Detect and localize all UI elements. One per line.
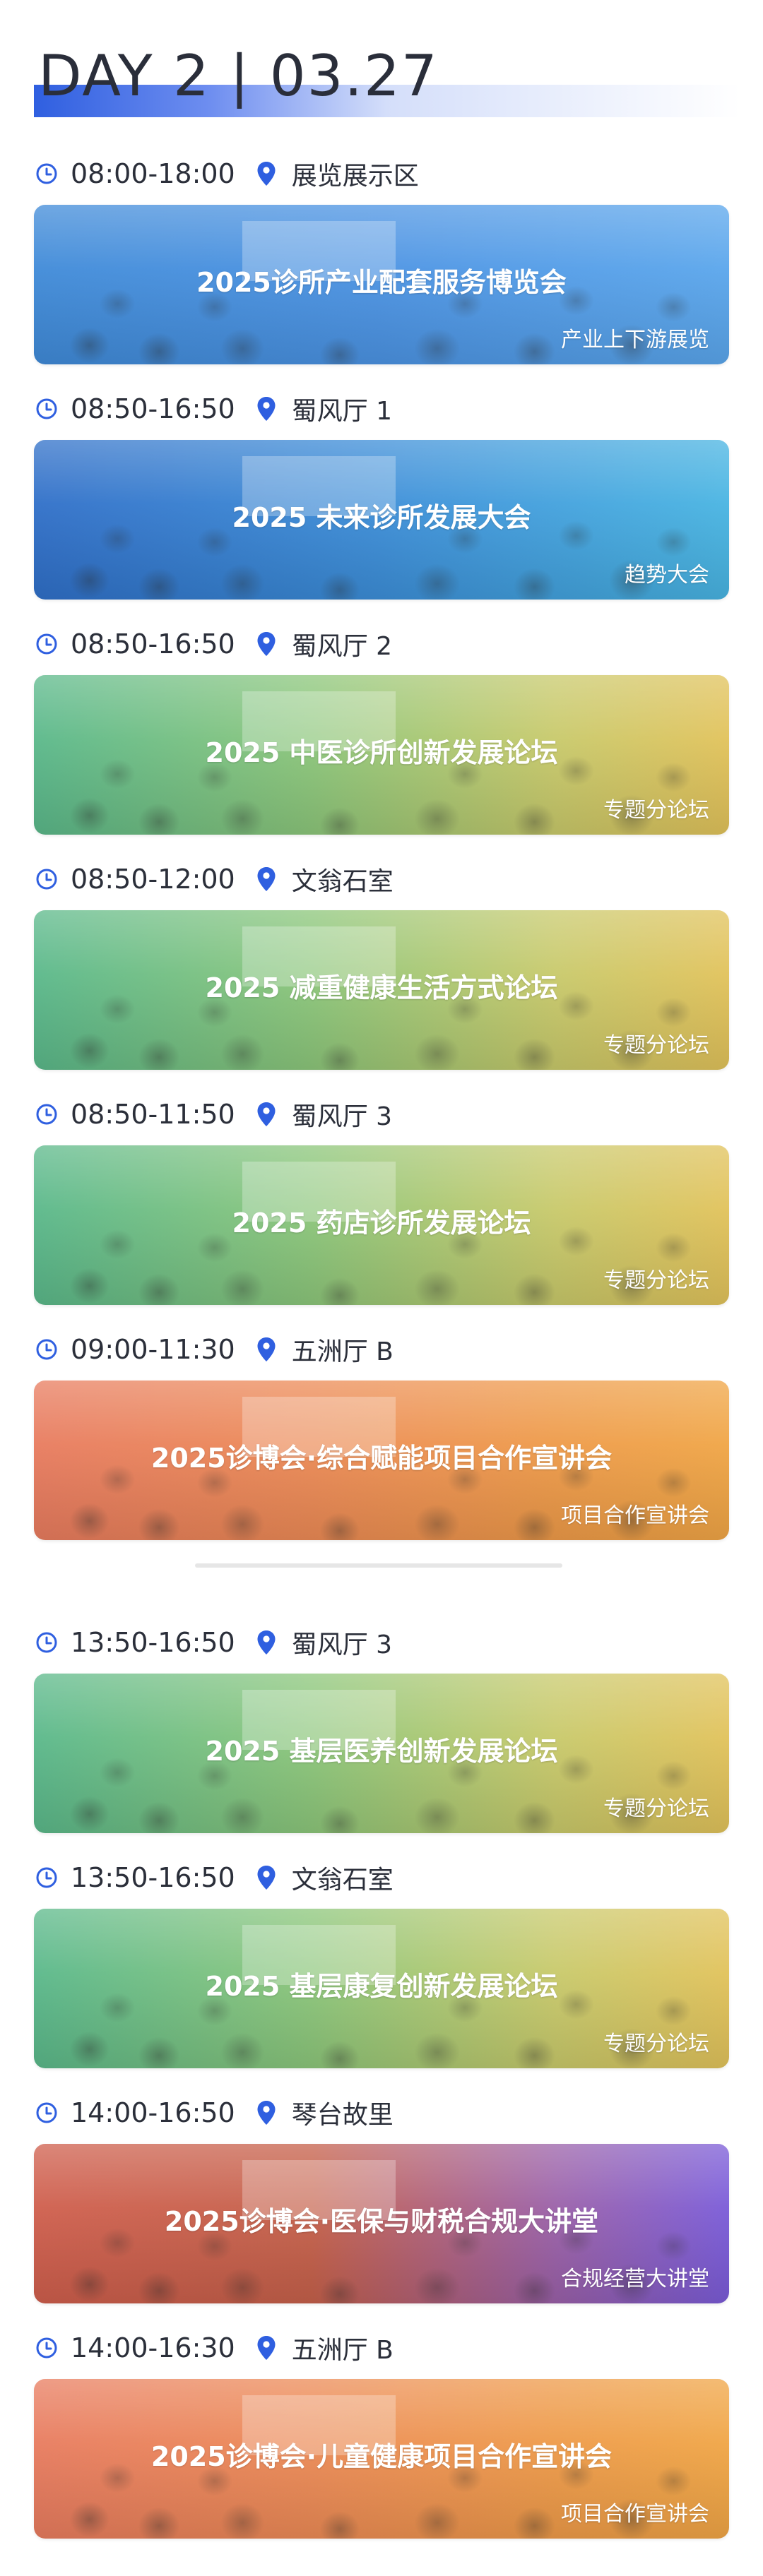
session-item[interactable]: 08:50-12:00 文翁石室 2025 减重健康生活方式论坛 专题分论坛 — [34, 858, 729, 1070]
session-card[interactable]: 2025诊所产业配套服务博览会 产业上下游展览 — [34, 205, 729, 364]
clock-icon — [36, 2102, 57, 2123]
session-tag: 项目合作宣讲会 — [561, 2502, 709, 2527]
session-location: 五洲厅 B — [291, 2336, 394, 2365]
session-tag: 合规经营大讲堂 — [561, 2267, 709, 2291]
session-meta: 08:50-16:50 蜀风厅 1 — [34, 388, 729, 430]
clock-icon — [36, 869, 57, 890]
location-pin-icon — [257, 1102, 276, 1126]
session-title: 2025诊博会·儿童健康项目合作宣讲会 — [150, 2441, 613, 2472]
session-item[interactable]: 09:00-11:30 五洲厅 B 2025诊博会·综合赋能项目合作宣讲会 项目… — [34, 1328, 729, 1540]
location-pin-icon — [257, 397, 276, 421]
day-title: DAY 2 | 03.27 — [38, 43, 439, 109]
session-time: 08:50-16:50 — [71, 393, 235, 424]
session-meta: 08:50-12:00 文翁石室 — [34, 858, 729, 900]
session-time: 13:50-16:50 — [71, 1627, 235, 1658]
clock-icon — [36, 633, 57, 655]
session-meta: 13:50-16:50 文翁石室 — [34, 1856, 729, 1899]
session-location: 琴台故里 — [291, 2101, 394, 2130]
session-tag: 专题分论坛 — [603, 798, 709, 823]
session-tag: 项目合作宣讲会 — [561, 1503, 709, 1528]
session-item[interactable]: 13:50-16:50 文翁石室 2025 基层康复创新发展论坛 专题分论坛 — [34, 1856, 729, 2068]
session-time: 09:00-11:30 — [71, 1334, 235, 1365]
session-time: 08:50-11:50 — [71, 1099, 235, 1130]
session-title: 2025诊博会·综合赋能项目合作宣讲会 — [150, 1443, 613, 1474]
section-divider — [195, 1563, 562, 1568]
session-location: 蜀风厅 3 — [291, 1102, 393, 1131]
day-header: DAY 2 | 03.27 — [34, 34, 740, 119]
session-location: 蜀风厅 3 — [291, 1630, 393, 1659]
session-item[interactable]: 13:50-16:50 蜀风厅 3 2025 基层医养创新发展论坛 专题分论坛 — [34, 1621, 729, 1833]
session-title: 2025 中医诊所创新发展论坛 — [205, 737, 558, 768]
session-tag: 专题分论坛 — [603, 1796, 709, 1821]
session-tag: 产业上下游展览 — [561, 328, 709, 352]
session-tag: 专题分论坛 — [603, 2032, 709, 2056]
clock-icon — [36, 163, 57, 184]
clock-icon — [36, 2337, 57, 2359]
session-location: 文翁石室 — [291, 867, 394, 896]
session-title: 2025 减重健康生活方式论坛 — [205, 972, 558, 1003]
clock-icon — [36, 1867, 57, 1888]
session-tag: 专题分论坛 — [603, 1268, 709, 1293]
session-location: 文翁石室 — [291, 1866, 394, 1895]
session-meta: 09:00-11:30 五洲厅 B — [34, 1328, 729, 1371]
clock-icon — [36, 1104, 57, 1125]
session-meta: 14:00-16:30 五洲厅 B — [34, 2327, 729, 2369]
session-title: 2025诊博会·医保与财税合规大讲堂 — [164, 2206, 599, 2237]
session-card[interactable]: 2025 基层康复创新发展论坛 专题分论坛 — [34, 1909, 729, 2068]
session-card[interactable]: 2025 中医诊所创新发展论坛 专题分论坛 — [34, 675, 729, 835]
session-title: 2025 基层康复创新发展论坛 — [205, 1971, 558, 2002]
session-time: 08:00-18:00 — [71, 158, 235, 189]
session-card[interactable]: 2025诊博会·医保与财税合规大讲堂 合规经营大讲堂 — [34, 2144, 729, 2303]
session-location: 蜀风厅 1 — [291, 397, 393, 426]
location-pin-icon — [257, 162, 276, 186]
location-pin-icon — [257, 867, 276, 891]
session-card[interactable]: 2025 未来诊所发展大会 趋势大会 — [34, 440, 729, 600]
session-meta: 08:00-18:00 展览展示区 — [34, 153, 729, 195]
session-time: 14:00-16:30 — [71, 2332, 235, 2363]
session-card[interactable]: 2025 药店诊所发展论坛 专题分论坛 — [34, 1145, 729, 1305]
session-card[interactable]: 2025诊博会·儿童健康项目合作宣讲会 项目合作宣讲会 — [34, 2379, 729, 2539]
session-item[interactable]: 08:50-16:50 蜀风厅 1 2025 未来诊所发展大会 趋势大会 — [34, 388, 729, 600]
clock-icon — [36, 1339, 57, 1360]
location-pin-icon — [257, 1337, 276, 1361]
location-pin-icon — [257, 1866, 276, 1890]
session-tag: 专题分论坛 — [603, 1033, 709, 1058]
session-meta: 08:50-16:50 蜀风厅 2 — [34, 623, 729, 665]
session-location: 蜀风厅 2 — [291, 632, 393, 661]
session-item[interactable]: 14:00-16:50 琴台故里 2025诊博会·医保与财税合规大讲堂 合规经营… — [34, 2092, 729, 2303]
location-pin-icon — [257, 2336, 276, 2360]
session-card[interactable]: 2025 减重健康生活方式论坛 专题分论坛 — [34, 910, 729, 1070]
session-item[interactable]: 08:50-16:50 蜀风厅 2 2025 中医诊所创新发展论坛 专题分论坛 — [34, 623, 729, 835]
session-meta: 08:50-11:50 蜀风厅 3 — [34, 1093, 729, 1135]
session-time: 08:50-16:50 — [71, 628, 235, 660]
session-title: 2025诊所产业配套服务博览会 — [196, 267, 567, 298]
clock-icon — [36, 398, 57, 419]
session-card[interactable]: 2025 基层医养创新发展论坛 专题分论坛 — [34, 1674, 729, 1833]
session-tag: 趋势大会 — [625, 563, 709, 588]
session-item[interactable]: 14:00-16:30 五洲厅 B 2025诊博会·儿童健康项目合作宣讲会 项目… — [34, 2327, 729, 2539]
session-meta: 13:50-16:50 蜀风厅 3 — [34, 1621, 729, 1664]
session-time: 14:00-16:50 — [71, 2097, 235, 2128]
session-card[interactable]: 2025诊博会·综合赋能项目合作宣讲会 项目合作宣讲会 — [34, 1381, 729, 1540]
session-location: 展览展示区 — [291, 162, 419, 191]
session-title: 2025 药店诊所发展论坛 — [232, 1208, 531, 1239]
session-title: 2025 未来诊所发展大会 — [232, 502, 531, 533]
session-time: 13:50-16:50 — [71, 1862, 235, 1893]
clock-icon — [36, 1632, 57, 1653]
session-title: 2025 基层医养创新发展论坛 — [205, 1736, 558, 1767]
session-item[interactable]: 08:50-11:50 蜀风厅 3 2025 药店诊所发展论坛 专题分论坛 — [34, 1093, 729, 1305]
location-pin-icon — [257, 2101, 276, 2125]
session-location: 五洲厅 B — [291, 1337, 394, 1366]
location-pin-icon — [257, 632, 276, 656]
session-time: 08:50-12:00 — [71, 864, 235, 895]
location-pin-icon — [257, 1630, 276, 1654]
session-meta: 14:00-16:50 琴台故里 — [34, 2092, 729, 2134]
session-item[interactable]: 08:00-18:00 展览展示区 2025诊所产业配套服务博览会 产业上下游展… — [34, 153, 729, 364]
